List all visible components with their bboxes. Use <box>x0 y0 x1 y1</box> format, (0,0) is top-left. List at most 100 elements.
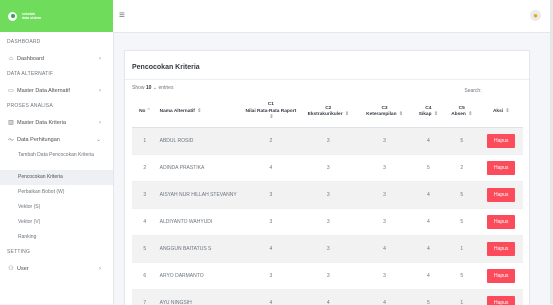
sort-icon: ⇕ <box>399 112 403 117</box>
table-row: 4 ALDIYANTO WAHYUDI 3 3 3 4 5 Hapus <box>132 209 523 236</box>
hamburger-icon[interactable]: ≡ <box>119 11 125 21</box>
cell-c2: 3 <box>300 263 356 290</box>
cell-aksi: Hapus <box>479 155 523 182</box>
table-row: 6 ARYO DARMANTO 3 3 3 4 5 Hapus <box>132 263 523 290</box>
hapus-button[interactable]: Hapus <box>487 215 515 229</box>
brand[interactable]: sekolah data sistem <box>0 0 113 32</box>
cell-c2: 3 <box>300 128 356 155</box>
search-input[interactable] <box>483 85 523 92</box>
cell-c5: 5 <box>444 182 479 209</box>
sidebar-item-user[interactable]: ⚇ User › <box>0 260 113 277</box>
sidebar-subitem-perbaikan-bobot[interactable]: Perbaikan Bobot (W) <box>0 185 113 200</box>
sidebar-item-data-perhitungan[interactable]: 〜 Data Perhitungan ⌄ <box>0 131 113 148</box>
hapus-button[interactable]: Hapus <box>487 242 515 256</box>
pencocokan-table: No⌃ Nama Alternatif ⇕ C1Nilai Rata-Rata … <box>132 97 523 305</box>
folder-icon: ▭ <box>7 87 15 94</box>
cell-c3: 3 <box>356 128 412 155</box>
sidebar-subitem-pencocokan-kriteria[interactable]: Pencocokan Kriteria <box>0 170 113 185</box>
avatar-icon[interactable]: ● <box>530 10 541 21</box>
card-divider <box>125 79 529 80</box>
cell-nama: ADINDA PRASTIKA <box>158 155 242 182</box>
cell-c4: 4 <box>413 263 444 290</box>
cell-c3: 4 <box>356 290 412 305</box>
chevron-right-icon: › <box>99 56 101 62</box>
table-row: 1 ABDUL ROSID 2 3 3 4 5 Hapus <box>132 128 523 155</box>
sidebar-item-master-alternatif[interactable]: ▭ Master Data Alternatif › <box>0 82 113 99</box>
sort-icon: ⇕ <box>468 112 472 117</box>
col-c1[interactable]: C1Nilai Rata-Rata Raport⇕ <box>242 97 301 128</box>
col-c3[interactable]: C3Keterampilan ⇕ <box>356 97 412 128</box>
sidebar-item-master-kriteria[interactable]: ▥ Master Data Kriteria › <box>0 114 113 131</box>
sort-icon: ⇕ <box>505 109 509 114</box>
hapus-button[interactable]: Hapus <box>487 134 515 148</box>
cell-aksi: Hapus <box>479 128 523 155</box>
section-label-proses-analisa: PROSES ANALISA <box>0 99 113 114</box>
cell-c3: 4 <box>356 236 412 263</box>
cell-c5: 5 <box>444 128 479 155</box>
cell-c1: 3 <box>242 263 301 290</box>
cell-c4: 5 <box>413 290 444 305</box>
cell-c1: 4 <box>242 236 301 263</box>
cell-c4: 4 <box>413 182 444 209</box>
sort-icon: ⌃ <box>146 109 150 114</box>
home-icon: ⌂ <box>7 56 15 62</box>
chevron-right-icon: › <box>99 120 101 126</box>
cell-no: 5 <box>132 236 158 263</box>
col-aksi[interactable]: Aksi ⇕ <box>479 97 523 128</box>
sidebar-item-label: Master Data Kriteria <box>17 120 66 126</box>
cell-aksi: Hapus <box>479 209 523 236</box>
table-row: 7 AYU NINGSIH 4 4 4 5 1 Hapus <box>132 290 523 305</box>
hapus-button[interactable]: Hapus <box>487 161 515 175</box>
cell-c5: 1 <box>444 236 479 263</box>
cell-c2: 3 <box>300 209 356 236</box>
cell-c1: 2 <box>242 128 301 155</box>
col-c4[interactable]: C4Sikap ⇕ <box>413 97 444 128</box>
entries-label: entries <box>158 85 173 91</box>
page-title: Pencocokan Kriteria <box>132 64 200 71</box>
cell-c3: 3 <box>356 263 412 290</box>
col-nama[interactable]: Nama Alternatif ⇕ <box>158 97 242 128</box>
sidebar-subitem-tambah-pencocokan[interactable]: Tambah Data Pencocokan Kriteria <box>0 148 113 170</box>
cell-c2: 3 <box>300 236 356 263</box>
cell-nama: ANGGUN BAITATUS S <box>158 236 242 263</box>
sidebar-item-label: User <box>17 266 29 272</box>
sidebar-subitem-vektor-v[interactable]: Vektor (V) <box>0 215 113 230</box>
chevron-down-icon: ⌄ <box>153 85 157 91</box>
sidebar-subitem-vektor-s[interactable]: Vektor (S) <box>0 200 113 215</box>
cell-aksi: Hapus <box>479 290 523 305</box>
cell-no: 6 <box>132 263 158 290</box>
entries-select[interactable]: 10 <box>146 85 152 91</box>
brand-text: sekolah data sistem <box>22 12 41 20</box>
sort-icon: ⇕ <box>345 112 349 117</box>
cell-c4: 4 <box>413 128 444 155</box>
cell-aksi: Hapus <box>479 263 523 290</box>
sidebar-item-label: Data Perhitungan <box>17 137 60 143</box>
cell-c5: 1 <box>444 290 479 305</box>
sidebar-subitem-ranking[interactable]: Ranking <box>0 230 113 245</box>
cell-nama: AISYAH NUR HILLAH STEVANNY <box>158 182 242 209</box>
pencocokan-card: Pencocokan Kriteria Show 10 ⌄ entries Se… <box>124 50 530 305</box>
hapus-button[interactable]: Hapus <box>487 188 515 202</box>
col-no[interactable]: No⌃ <box>132 97 158 128</box>
chevron-right-icon: › <box>99 88 101 94</box>
table-row: 3 AISYAH NUR HILLAH STEVANNY 3 3 3 4 5 H… <box>132 182 523 209</box>
cell-c5: 2 <box>444 155 479 182</box>
col-c5[interactable]: C5Absen ⇕ <box>444 97 479 128</box>
cell-no: 3 <box>132 182 158 209</box>
cell-c1: 3 <box>242 182 301 209</box>
entries-length-control[interactable]: Show 10 ⌄ entries <box>132 85 173 91</box>
cell-c3: 3 <box>356 182 412 209</box>
cell-nama: AYU NINGSIH <box>158 290 242 305</box>
sidebar-item-dashboard[interactable]: ⌂ Dashboard › <box>0 50 113 67</box>
table-row: 5 ANGGUN BAITATUS S 4 3 4 4 1 Hapus <box>132 236 523 263</box>
cell-c4: 5 <box>413 155 444 182</box>
cell-no: 7 <box>132 290 158 305</box>
bar-chart-icon: ▥ <box>7 119 15 126</box>
cell-nama: ALDIYANTO WAHYUDI <box>158 209 242 236</box>
hapus-button[interactable]: Hapus <box>487 269 515 283</box>
cell-c3: 3 <box>356 209 412 236</box>
search-label: Search: <box>464 88 481 94</box>
col-c2[interactable]: C2Ekstrakurikuler ⇕ <box>300 97 356 128</box>
cell-nama: ABDUL ROSID <box>158 128 242 155</box>
cell-aksi: Hapus <box>479 236 523 263</box>
